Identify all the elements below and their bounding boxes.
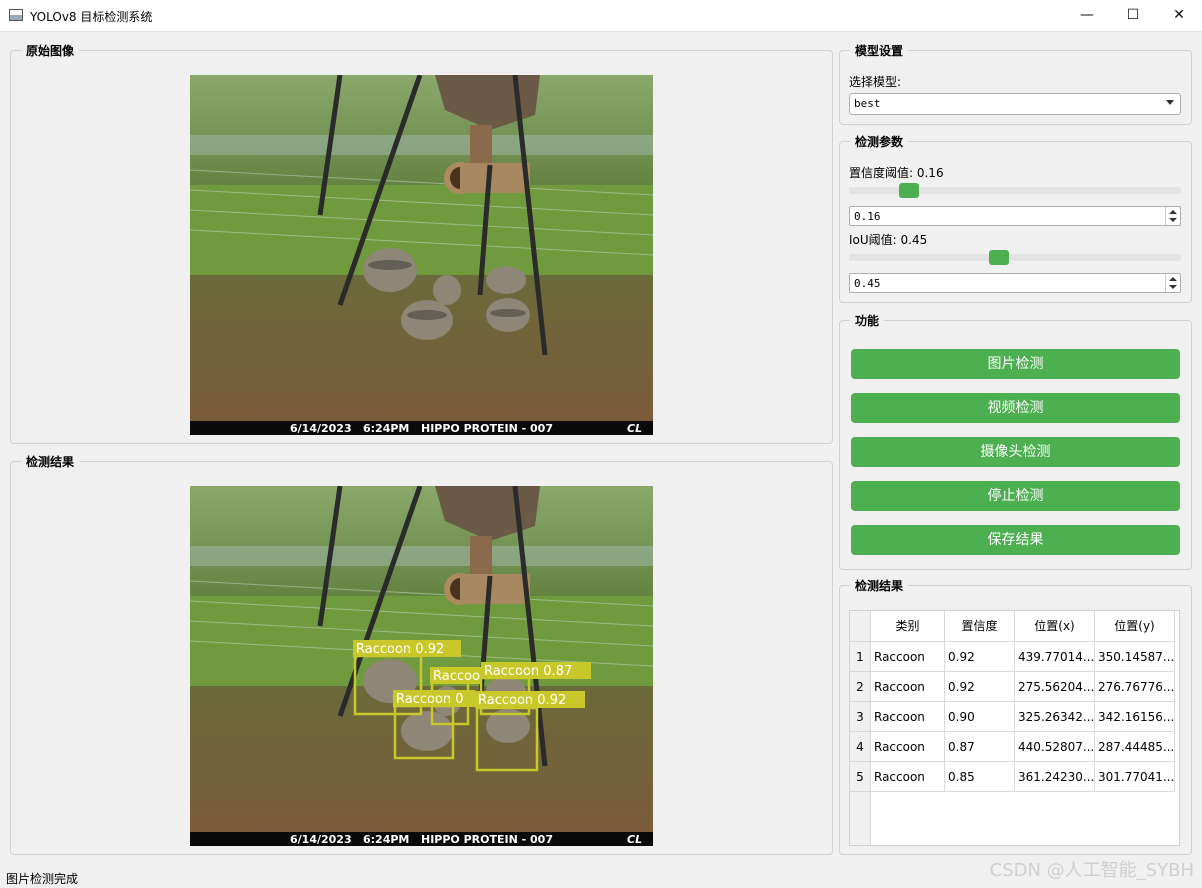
box-label: Raccoo [433, 669, 480, 684]
photo-stamp-text: HIPPO PROTEIN - 007 [421, 833, 553, 846]
iou-spinbox[interactable]: 0.45 [849, 273, 1181, 293]
cell-confidence[interactable]: 0.92 [945, 642, 1015, 672]
title-bar: YOLOv8 目标检测系统 — ☐ ✕ [0, 0, 1202, 32]
cell-class[interactable]: Raccoon [871, 672, 945, 702]
cell-class[interactable]: Raccoon [871, 642, 945, 672]
chevron-down-icon [1166, 100, 1174, 105]
photo-stamp-brand: CL [627, 833, 642, 846]
result-image: Raccoon 0.92 Raccoon 0.87 Raccoo Raccoon… [190, 486, 653, 846]
cell-y[interactable]: 287.44485... [1095, 732, 1175, 762]
column-header[interactable]: 位置(x) [1015, 611, 1095, 642]
model-select[interactable]: best [849, 93, 1181, 115]
stop-detect-button[interactable]: 停止检测 [851, 481, 1180, 511]
cell-x[interactable]: 361.24230... [1015, 762, 1095, 792]
cell-class[interactable]: Raccoon [871, 732, 945, 762]
cell-confidence[interactable]: 0.85 [945, 762, 1015, 792]
cell-class[interactable]: Raccoon [871, 702, 945, 732]
conf-threshold-label: 置信度阈值: 0.16 [849, 166, 944, 180]
row-header[interactable]: 5 [850, 762, 871, 792]
maximize-button[interactable]: ☐ [1110, 0, 1156, 31]
box-label: Raccoon 0.87 [484, 664, 572, 679]
cell-x[interactable]: 439.77014... [1015, 642, 1095, 672]
video-detect-button[interactable]: 视频检测 [851, 393, 1180, 423]
cell-y[interactable]: 276.76776... [1095, 672, 1175, 702]
iou-slider-handle[interactable] [989, 250, 1010, 265]
functions-title: 功能 [850, 312, 885, 329]
row-header[interactable]: 1 [850, 642, 871, 672]
row-header[interactable]: 4 [850, 732, 871, 762]
watermark: CSDN @人工智能_SYBH [989, 860, 1194, 881]
table-corner[interactable] [850, 611, 871, 642]
cell-x[interactable]: 440.52807... [1015, 732, 1095, 762]
row-header[interactable]: 3 [850, 702, 871, 732]
cell-y[interactable]: 350.14587... [1095, 642, 1175, 672]
cell-x[interactable]: 325.26342... [1015, 702, 1095, 732]
cell-confidence[interactable]: 0.92 [945, 672, 1015, 702]
photo-stamp-time: 6:24PM [363, 422, 409, 435]
photo-stamp-date: 6/14/2023 [290, 422, 352, 435]
column-header[interactable]: 类别 [871, 611, 945, 642]
original-image: 6/14/2023 6:24PM HIPPO PROTEIN - 007 CL [190, 75, 653, 435]
cell-y[interactable]: 342.16156... [1095, 702, 1175, 732]
box-label: Raccoon 0 [396, 692, 464, 707]
row-header-filler [850, 792, 871, 845]
photo-stamp-text: HIPPO PROTEIN - 007 [421, 422, 553, 435]
close-button[interactable]: ✕ [1156, 0, 1202, 31]
column-header[interactable]: 位置(y) [1095, 611, 1175, 642]
box-label: Raccoon 0.92 [356, 642, 444, 657]
cell-class[interactable]: Raccoon [871, 762, 945, 792]
iou-threshold-label: IoU阈值: 0.45 [849, 233, 928, 247]
minimize-button[interactable]: — [1064, 0, 1110, 31]
results-title: 检测结果 [850, 577, 909, 594]
box-label: Raccoon 0.92 [478, 693, 566, 708]
app-icon [9, 9, 23, 21]
column-header[interactable]: 置信度 [945, 611, 1015, 642]
detect-params-title: 检测参数 [850, 133, 909, 150]
iou-slider[interactable] [849, 254, 1181, 261]
window-title: YOLOv8 目标检测系统 [30, 10, 153, 24]
photo-stamp-date: 6/14/2023 [290, 833, 352, 846]
model-settings-title: 模型设置 [850, 42, 909, 59]
status-text: 图片检测完成 [6, 872, 79, 886]
spinbox-arrows [1165, 274, 1180, 292]
cell-confidence[interactable]: 0.87 [945, 732, 1015, 762]
conf-spinbox-value: 0.16 [854, 210, 881, 223]
cell-confidence[interactable]: 0.90 [945, 702, 1015, 732]
photo-stamp-time: 6:24PM [363, 833, 409, 846]
camera-detect-button[interactable]: 摄像头检测 [851, 437, 1180, 467]
arrow-up-icon[interactable] [1169, 210, 1177, 214]
spinbox-arrows [1165, 207, 1180, 225]
cell-x[interactable]: 275.56204... [1015, 672, 1095, 702]
row-header[interactable]: 2 [850, 672, 871, 702]
cell-y[interactable]: 301.77041... [1095, 762, 1175, 792]
model-select-value: best [854, 97, 881, 110]
result-image-title: 检测结果 [21, 453, 80, 470]
save-result-button[interactable]: 保存结果 [851, 525, 1180, 555]
arrow-down-icon[interactable] [1169, 285, 1177, 289]
arrow-up-icon[interactable] [1169, 277, 1177, 281]
photo-stamp-brand: CL [627, 422, 642, 435]
results-table[interactable]: 类别 置信度 位置(x) 位置(y) 1 Raccoon 0.92 439.77… [849, 610, 1180, 846]
arrow-down-icon[interactable] [1169, 218, 1177, 222]
conf-slider-handle[interactable] [898, 183, 919, 198]
model-select-label: 选择模型: [849, 75, 902, 89]
conf-spinbox[interactable]: 0.16 [849, 206, 1181, 226]
iou-spinbox-value: 0.45 [854, 277, 881, 290]
original-image-title: 原始图像 [21, 42, 80, 59]
image-detect-button[interactable]: 图片检测 [851, 349, 1180, 379]
